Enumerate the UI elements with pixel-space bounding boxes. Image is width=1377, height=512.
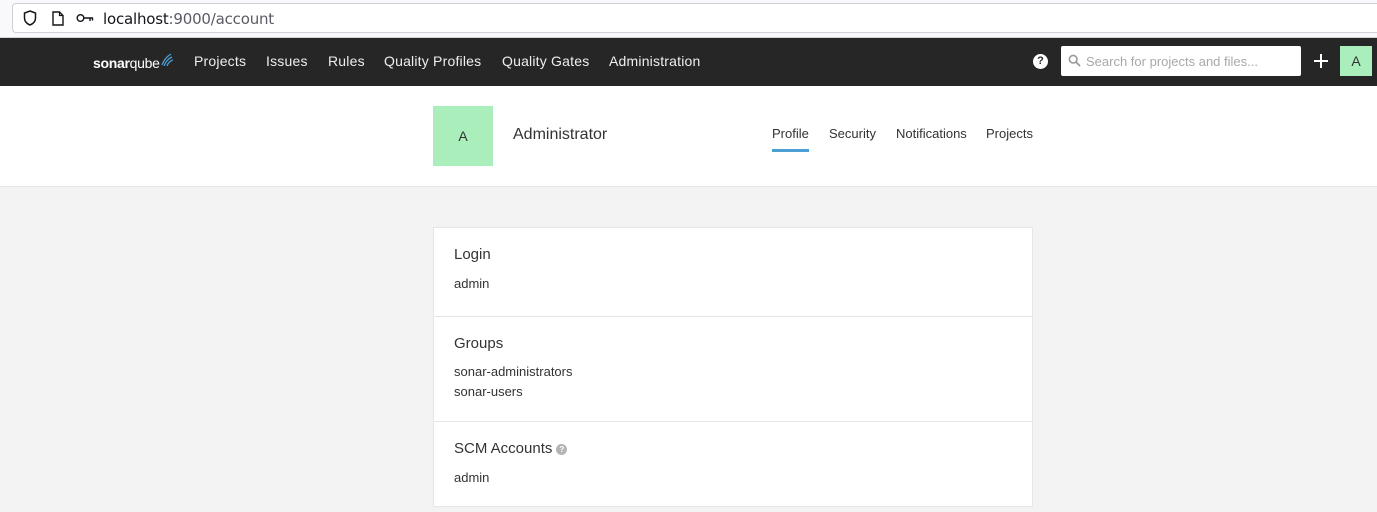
nav-issues[interactable]: Issues xyxy=(266,53,308,69)
logo-text-light: qube xyxy=(129,55,160,71)
key-icon[interactable] xyxy=(75,4,95,32)
url-path: :9000/account xyxy=(168,10,275,28)
sonar-waves-icon xyxy=(160,53,173,66)
account-header: A Administrator Profile Security Notific… xyxy=(0,86,1377,187)
tab-security[interactable]: Security xyxy=(829,126,876,141)
search-icon xyxy=(1068,54,1081,67)
tab-notifications[interactable]: Notifications xyxy=(896,126,967,141)
scm-accounts-title: SCM Accounts? xyxy=(454,440,568,457)
groups-title: Groups xyxy=(454,335,504,352)
account-user-name: Administrator xyxy=(513,126,608,143)
account-avatar: A xyxy=(433,106,493,166)
login-section: Login admin xyxy=(434,228,1032,317)
nav-administration[interactable]: Administration xyxy=(609,53,701,69)
search-input[interactable] xyxy=(1086,46,1296,76)
scm-accounts-section: SCM Accounts? admin xyxy=(434,422,1032,512)
tab-profile[interactable]: Profile xyxy=(772,126,809,152)
scm-account-item: admin xyxy=(454,470,490,485)
nav-projects[interactable]: Projects xyxy=(194,53,246,69)
tab-projects[interactable]: Projects xyxy=(986,126,1033,141)
global-navbar: sonarqube Projects Issues Rules Quality … xyxy=(0,38,1377,86)
create-plus-icon[interactable] xyxy=(1309,48,1333,74)
nav-quality-gates[interactable]: Quality Gates xyxy=(502,53,589,69)
address-field[interactable]: localhost:9000/account xyxy=(12,3,1377,33)
nav-quality-profiles[interactable]: Quality Profiles xyxy=(384,53,481,69)
user-avatar-menu[interactable]: A xyxy=(1340,46,1372,76)
profile-card: Login admin Groups sonar-administrators … xyxy=(433,227,1033,507)
nav-rules[interactable]: Rules xyxy=(328,53,365,69)
browser-url-bar: localhost:9000/account xyxy=(0,0,1377,38)
help-icon[interactable]: ? xyxy=(1033,54,1048,69)
group-item: sonar-users xyxy=(454,384,523,399)
scm-accounts-title-text: SCM Accounts xyxy=(454,440,553,457)
shield-icon[interactable] xyxy=(21,4,39,32)
login-value: admin xyxy=(454,276,490,291)
help-icon[interactable]: ? xyxy=(556,444,568,455)
global-search[interactable] xyxy=(1061,46,1301,76)
sonarqube-logo[interactable]: sonarqube xyxy=(93,50,173,72)
login-title: Login xyxy=(454,246,491,263)
page-icon xyxy=(49,4,67,32)
logo-text-bold: sonar xyxy=(93,55,130,71)
group-item: sonar-administrators xyxy=(454,364,573,379)
url-host: localhost xyxy=(103,10,169,28)
url-text[interactable]: localhost:9000/account xyxy=(103,10,274,28)
groups-section: Groups sonar-administrators sonar-users xyxy=(434,317,1032,422)
